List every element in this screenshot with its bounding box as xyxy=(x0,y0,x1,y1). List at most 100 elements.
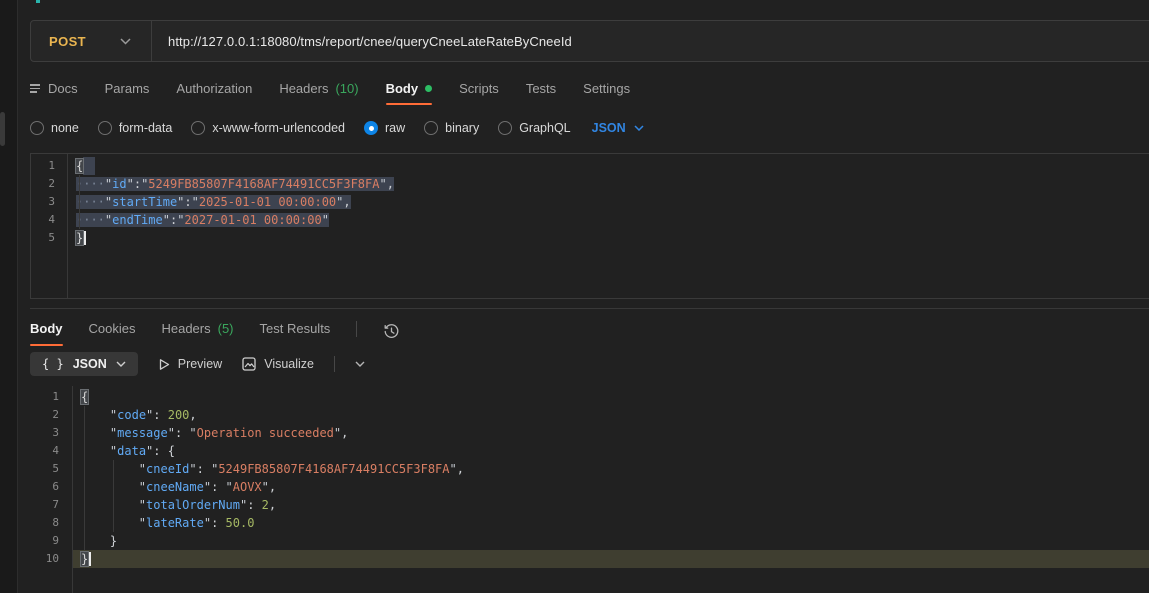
code-text: ····"endTime":"2027-01-01 00:00:00" xyxy=(67,211,1149,229)
code-text: "totalOrderNum": 2, xyxy=(72,496,1149,514)
url-input[interactable]: http://127.0.0.1:18080/tms/report/cnee/q… xyxy=(152,34,572,49)
radio-none[interactable]: none xyxy=(30,121,79,135)
history-clock-icon xyxy=(383,323,400,340)
tab-label: Cookies xyxy=(89,321,136,336)
code-line-6[interactable]: 6 "cneeName": "AOVX", xyxy=(30,478,1149,496)
tab-settings[interactable]: Settings xyxy=(583,81,630,105)
tab-label: Body xyxy=(30,321,63,336)
tab-label: Params xyxy=(105,81,150,96)
tab-label: Scripts xyxy=(459,81,499,96)
method-selector[interactable]: POST xyxy=(31,21,151,61)
code-text: ····"id":"5249FB85807F4168AF74491CC5F3F8… xyxy=(67,175,1149,193)
tab-tests[interactable]: Tests xyxy=(526,81,556,105)
response-format-label: JSON xyxy=(73,357,107,371)
radio-binary[interactable]: binary xyxy=(424,121,479,135)
code-text: { xyxy=(72,388,1149,406)
response-history-button[interactable] xyxy=(383,323,400,340)
response-format-selector[interactable]: { } JSON xyxy=(30,352,138,376)
tab-authorization[interactable]: Authorization xyxy=(176,81,252,105)
play-outline-icon xyxy=(158,358,170,371)
code-text: "lateRate": 50.0 xyxy=(72,514,1149,532)
line-number: 4 xyxy=(30,442,72,460)
tab-label: Settings xyxy=(583,81,630,96)
code-text: { xyxy=(67,157,1149,175)
code-line-9[interactable]: 9 } xyxy=(30,532,1149,550)
code-line-1[interactable]: 1{ xyxy=(30,388,1149,406)
more-response-options[interactable] xyxy=(355,361,365,367)
line-number: 1 xyxy=(30,388,72,406)
radio-icon xyxy=(30,121,44,135)
line-number: 10 xyxy=(30,550,72,568)
response-tab-test-results[interactable]: Test Results xyxy=(260,321,331,346)
tab-body[interactable]: Body xyxy=(386,81,433,105)
code-line-5[interactable]: 5} xyxy=(31,229,1149,247)
code-line-8[interactable]: 8 "lateRate": 50.0 xyxy=(30,514,1149,532)
tab-label: Authorization xyxy=(176,81,252,96)
left-rail xyxy=(0,0,18,593)
url-bar: POST http://127.0.0.1:18080/tms/report/c… xyxy=(30,20,1149,62)
code-line-4[interactable]: 4····"endTime":"2027-01-01 00:00:00" xyxy=(31,211,1149,229)
raw-language-selector[interactable]: JSON xyxy=(592,121,644,135)
code-text: } xyxy=(67,229,1149,247)
chevron-down-icon xyxy=(355,361,365,367)
preview-label: Preview xyxy=(178,357,222,371)
tab-scripts[interactable]: Scripts xyxy=(459,81,499,105)
gutter-divider xyxy=(67,154,68,298)
line-number: 5 xyxy=(31,229,67,247)
code-line-10[interactable]: 10} xyxy=(30,550,1149,568)
chevron-down-icon xyxy=(120,38,131,45)
response-headers-count-badge: (5) xyxy=(218,321,234,336)
code-line-3[interactable]: 3····"startTime":"2025-01-01 00:00:00", xyxy=(31,193,1149,211)
code-text: "data": { xyxy=(72,442,1149,460)
code-text: "code": 200, xyxy=(72,406,1149,424)
code-line-3[interactable]: 3 "message": "Operation succeeded", xyxy=(30,424,1149,442)
radio-x-www-form-urlencoded[interactable]: x-www-form-urlencoded xyxy=(191,121,345,135)
response-tabs: Body Cookies Headers (5) Test Results xyxy=(30,309,1149,346)
preview-button[interactable]: Preview xyxy=(158,357,222,371)
postman-app: POST http://127.0.0.1:18080/tms/report/c… xyxy=(0,0,1149,593)
tab-headers[interactable]: Headers (10) xyxy=(279,81,358,105)
line-number: 6 xyxy=(30,478,72,496)
response-body-editor[interactable]: 1{2 "code": 200,3 "message": "Operation … xyxy=(30,386,1149,593)
visualize-button[interactable]: Visualize xyxy=(242,357,314,371)
tab-docs[interactable]: Docs xyxy=(30,81,78,105)
radio-icon xyxy=(98,121,112,135)
request-body-editor[interactable]: 1{2····"id":"5249FB85807F4168AF74491CC5F… xyxy=(30,153,1149,299)
code-text: ····"startTime":"2025-01-01 00:00:00", xyxy=(67,193,1149,211)
code-line-2[interactable]: 2····"id":"5249FB85807F4168AF74491CC5F3F… xyxy=(31,175,1149,193)
text-cursor xyxy=(89,552,91,566)
text-cursor xyxy=(84,231,86,245)
code-line-4[interactable]: 4 "data": { xyxy=(30,442,1149,460)
selection-tail xyxy=(83,157,95,175)
code-text: } xyxy=(72,550,1149,568)
response-tab-cookies[interactable]: Cookies xyxy=(89,321,136,346)
request-pane: POST http://127.0.0.1:18080/tms/report/c… xyxy=(18,0,1149,593)
tab-label: Test Results xyxy=(260,321,331,336)
tab-label: Tests xyxy=(526,81,556,96)
radio-form-data[interactable]: form-data xyxy=(98,121,173,135)
code-line-5[interactable]: 5 "cneeId": "5249FB85807F4168AF74491CC5F… xyxy=(30,460,1149,478)
curly-braces-icon: { } xyxy=(42,357,64,371)
radio-raw[interactable]: raw xyxy=(364,121,405,135)
raw-language-label: JSON xyxy=(592,121,626,135)
line-number: 1 xyxy=(31,157,67,175)
gutter-divider xyxy=(72,386,73,593)
response-tab-headers[interactable]: Headers (5) xyxy=(161,321,233,346)
radio-icon xyxy=(191,121,205,135)
code-line-2[interactable]: 2 "code": 200, xyxy=(30,406,1149,424)
divider xyxy=(356,321,357,337)
chevron-down-icon xyxy=(634,125,644,131)
unsaved-changes-dot xyxy=(425,85,432,92)
tab-params[interactable]: Params xyxy=(105,81,150,105)
code-text: "cneeId": "5249FB85807F4168AF74491CC5F3F… xyxy=(72,460,1149,478)
headers-count-badge: (10) xyxy=(335,81,358,96)
radio-graphql[interactable]: GraphQL xyxy=(498,121,570,135)
indent-guide xyxy=(79,175,80,229)
rail-scrollbar-thumb[interactable] xyxy=(0,112,5,146)
code-line-7[interactable]: 7 "totalOrderNum": 2, xyxy=(30,496,1149,514)
tab-label: Headers xyxy=(161,321,210,336)
code-line-1[interactable]: 1{ xyxy=(31,157,1149,175)
tab-label: Body xyxy=(386,81,419,96)
radio-selected-icon xyxy=(364,121,378,135)
response-tab-body[interactable]: Body xyxy=(30,321,63,346)
